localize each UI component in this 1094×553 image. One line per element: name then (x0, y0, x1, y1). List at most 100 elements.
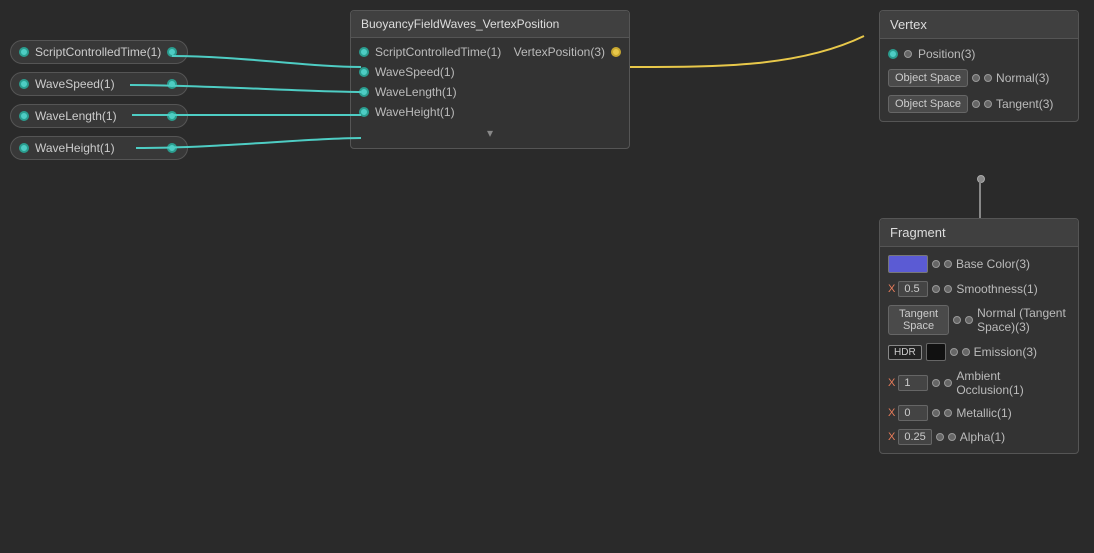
dot-wave-length-left (19, 111, 29, 121)
middle-node-title: BuoyancyFieldWaves_VertexPosition (351, 11, 629, 38)
dot-script-controlled-time-left (19, 47, 29, 57)
vertex-position-label: Position(3) (918, 47, 975, 61)
fragment-alpha-dot-left (936, 433, 944, 441)
vertex-normal-label: Normal(3) (996, 71, 1049, 85)
vertex-tangent-label: Tangent(3) (996, 97, 1053, 111)
base-color-swatch[interactable] (888, 255, 928, 273)
node-wave-length[interactable]: WaveLength(1) (10, 104, 188, 128)
middle-node-footer[interactable]: ▾ (351, 122, 629, 144)
middle-input-dot-0 (359, 47, 369, 57)
fragment-normal-tangent-label: Normal (Tangent Space)(3) (977, 306, 1070, 334)
dot-wave-height-left (19, 143, 29, 153)
node-wave-height[interactable]: WaveHeight(1) (10, 136, 188, 160)
middle-output-label: VertexPosition(3) (514, 45, 605, 59)
left-input-nodes: ScriptControlledTime(1) WaveSpeed(1) Wav… (10, 40, 188, 160)
fragment-row-ambient-occlusion: X 1 Ambient Occlusion(1) (880, 365, 1078, 401)
metallic-x-label: X (888, 407, 895, 419)
alpha-input: X 0.25 (888, 429, 932, 445)
fragment-row-emission: HDR Emission(3) (880, 339, 1078, 365)
object-space-normal-button[interactable]: Object Space (888, 69, 968, 87)
fragment-metallic-dot-right (944, 409, 952, 417)
fragment-normal-tangent-dot-right (965, 316, 973, 324)
vertex-position-dot-left (888, 49, 898, 59)
emission-color-swatch[interactable] (926, 343, 946, 361)
vertex-normal-dot-right (984, 74, 992, 82)
vertex-position-dot-right (904, 50, 912, 58)
fragment-row-metallic: X 0 Metallic(1) (880, 401, 1078, 425)
vertex-row-tangent: Object Space Tangent(3) (880, 91, 1078, 117)
fragment-smoothness-dot-right (944, 285, 952, 293)
fragment-emission-label: Emission(3) (974, 345, 1037, 359)
fragment-alpha-dot-right (948, 433, 956, 441)
fragment-row-alpha: X 0.25 Alpha(1) (880, 425, 1078, 449)
metallic-input: X 0 (888, 405, 928, 421)
node-wave-speed[interactable]: WaveSpeed(1) (10, 72, 188, 96)
middle-row-0: ScriptControlledTime(1) VertexPosition(3… (351, 42, 629, 62)
fragment-base-color-dot-left (932, 260, 940, 268)
middle-input-label-1: WaveSpeed(1) (375, 65, 455, 79)
label-wave-height: WaveHeight(1) (35, 141, 115, 155)
smoothness-x-label: X (888, 283, 895, 295)
fragment-node-title: Fragment (880, 219, 1078, 247)
vertex-node-body: Position(3) Object Space Normal(3) Objec… (880, 39, 1078, 121)
fragment-base-color-dot-right (944, 260, 952, 268)
middle-input-dot-3 (359, 107, 369, 117)
fragment-ao-dot-right (944, 379, 952, 387)
dot-wave-height-right (167, 143, 177, 153)
alpha-value[interactable]: 0.25 (898, 429, 931, 445)
fragment-metallic-dot-left (932, 409, 940, 417)
node-script-controlled-time[interactable]: ScriptControlledTime(1) (10, 40, 188, 64)
ao-x-label: X (888, 377, 895, 389)
vertex-tangent-dot-right (984, 100, 992, 108)
middle-input-dot-2 (359, 87, 369, 97)
vertical-connector-line (979, 178, 981, 223)
vertex-node: Vertex Position(3) Object Space Normal(3… (879, 10, 1079, 122)
middle-row-1: WaveSpeed(1) (351, 62, 629, 82)
label-script-controlled-time: ScriptControlledTime(1) (35, 45, 161, 59)
object-space-tangent-button[interactable]: Object Space (888, 95, 968, 113)
fragment-emission-dot-left (950, 348, 958, 356)
ao-value[interactable]: 1 (898, 375, 928, 391)
vertex-row-position: Position(3) (880, 43, 1078, 65)
fragment-ao-label: Ambient Occlusion(1) (956, 369, 1070, 397)
dot-script-controlled-time-right (167, 47, 177, 57)
hdr-badge: HDR (888, 345, 922, 360)
vertex-row-normal: Object Space Normal(3) (880, 65, 1078, 91)
smoothness-input: X 0.5 (888, 281, 928, 297)
dot-wave-speed-left (19, 79, 29, 89)
smoothness-value[interactable]: 0.5 (898, 281, 928, 297)
vertex-tangent-dot-left (972, 100, 980, 108)
fragment-row-normal-tangent: Tangent Space Normal (Tangent Space)(3) (880, 301, 1078, 339)
middle-output-dot (611, 47, 621, 57)
fragment-ao-dot-left (932, 379, 940, 387)
label-wave-speed: WaveSpeed(1) (35, 77, 115, 91)
connection-script-time (172, 56, 361, 67)
dot-wave-speed-right (167, 79, 177, 89)
fragment-normal-tangent-dot-left (953, 316, 961, 324)
middle-node-buoyancy: BuoyancyFieldWaves_VertexPosition Script… (350, 10, 630, 149)
metallic-value[interactable]: 0 (898, 405, 928, 421)
fragment-node: Fragment Base Color(3) X 0.5 Smoothness(… (879, 218, 1079, 454)
ambient-occlusion-input: X 1 (888, 375, 928, 391)
middle-row-3: WaveHeight(1) (351, 102, 629, 122)
fragment-node-body: Base Color(3) X 0.5 Smoothness(1) Tangen… (880, 247, 1078, 453)
connection-output-to-vertex (630, 36, 864, 67)
middle-input-label-0: ScriptControlledTime(1) (375, 45, 501, 59)
middle-input-dot-1 (359, 67, 369, 77)
fragment-base-color-label: Base Color(3) (956, 257, 1030, 271)
fragment-metallic-label: Metallic(1) (956, 406, 1011, 420)
fragment-row-smoothness: X 0.5 Smoothness(1) (880, 277, 1078, 301)
middle-input-label-2: WaveLength(1) (375, 85, 457, 99)
middle-row-2: WaveLength(1) (351, 82, 629, 102)
fragment-row-base-color: Base Color(3) (880, 251, 1078, 277)
vertex-normal-dot-left (972, 74, 980, 82)
fragment-alpha-label: Alpha(1) (960, 430, 1005, 444)
alpha-x-label: X (888, 431, 895, 443)
middle-node-body: ScriptControlledTime(1) VertexPosition(3… (351, 38, 629, 148)
expand-icon: ▾ (487, 126, 493, 140)
fragment-emission-dot-right (962, 348, 970, 356)
dot-wave-length-right (167, 111, 177, 121)
fragment-smoothness-dot-left (932, 285, 940, 293)
tangent-space-button[interactable]: Tangent Space (888, 305, 949, 335)
label-wave-length: WaveLength(1) (35, 109, 117, 123)
